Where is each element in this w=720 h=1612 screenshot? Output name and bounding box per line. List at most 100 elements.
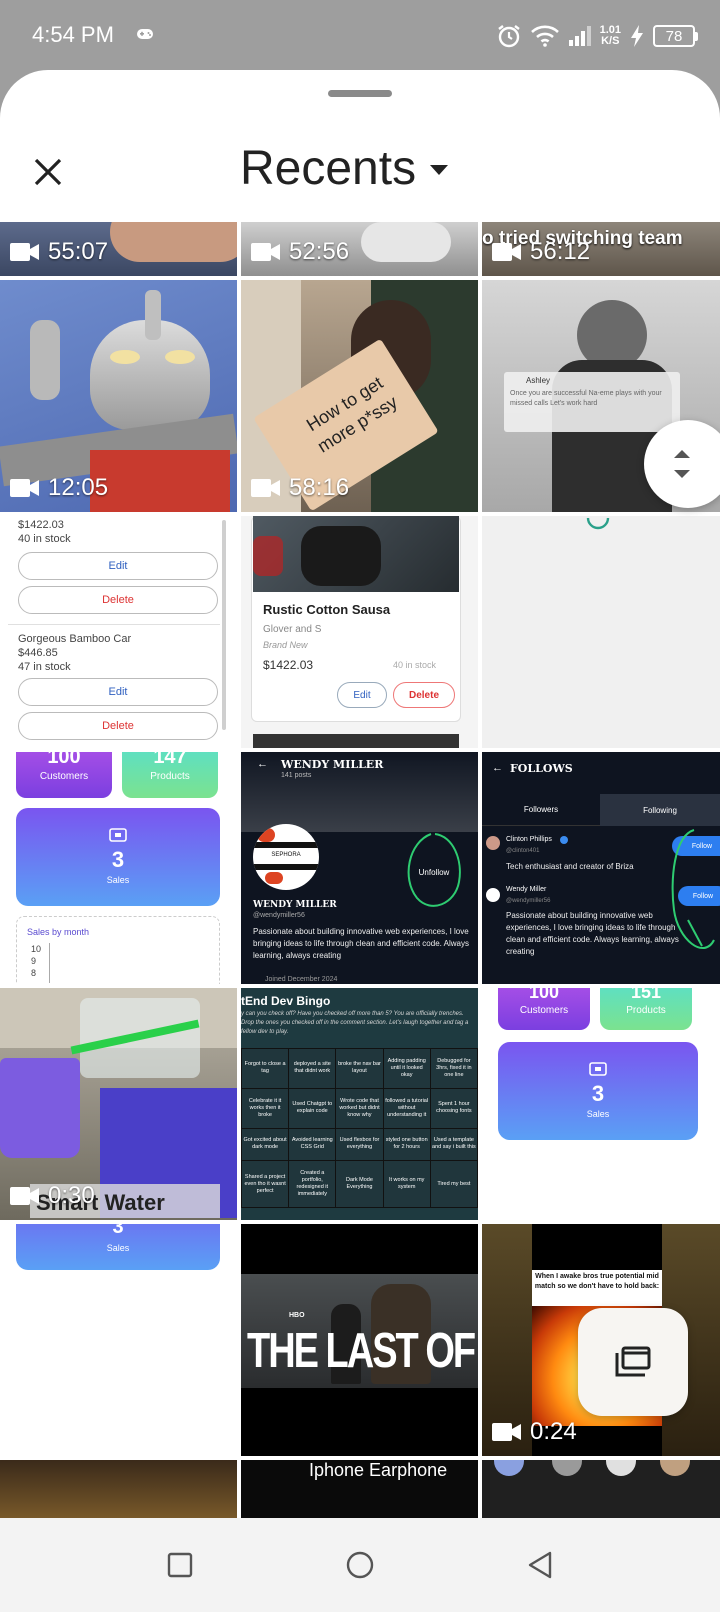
- video-duration: 55:07: [10, 238, 108, 266]
- avatar: SEPHORA: [253, 824, 319, 890]
- sales-icon: [589, 1062, 607, 1076]
- media-tile[interactable]: 100 Customers 147 Products 3 Sales Sales…: [0, 752, 237, 984]
- video-duration: 0:24: [492, 1418, 577, 1446]
- bingo-cell: styled one button for 2 hours: [383, 1128, 430, 1161]
- joined-date: Joined December 2024: [265, 976, 338, 983]
- media-tile[interactable]: [482, 1460, 720, 1520]
- speed-unit: K/S: [601, 35, 620, 47]
- battery-indicator: 78: [653, 25, 698, 47]
- status-bar: 4:54 PM 1.01 K/S 78: [0, 0, 720, 70]
- y-tick: 10: [31, 944, 42, 954]
- verified-icon: [560, 836, 568, 844]
- post-count: 141 posts: [281, 772, 312, 779]
- video-caption: Iphone Earphone: [309, 1460, 448, 1480]
- video-camera-icon: [10, 243, 39, 261]
- product-vendor: Glover and S: [263, 624, 322, 635]
- profile-handle: @wendymiller56: [253, 912, 305, 919]
- product-condition: Brand New: [263, 640, 308, 650]
- network-logo: HBO: [289, 1312, 305, 1319]
- media-tile[interactable]: HBO THE LAST OF US: [241, 1224, 478, 1456]
- media-tile[interactable]: Iphone Earphone: [241, 1460, 478, 1520]
- status-time: 4:54 PM: [32, 22, 114, 47]
- delete-button[interactable]: Delete: [18, 712, 218, 740]
- quote-text: Once you are successful Na-eme plays wit…: [510, 390, 662, 407]
- close-button[interactable]: [26, 150, 70, 194]
- close-icon: [34, 158, 62, 186]
- bingo-cell: Shared a project even tho it wasnt perfe…: [242, 1161, 289, 1207]
- video-camera-icon: [10, 479, 39, 497]
- meme-caption-box: When I awake bros true potential mid mat…: [532, 1270, 662, 1306]
- video-duration: 56:12: [492, 238, 590, 266]
- sales-card: 3 Sales: [16, 1224, 220, 1270]
- customers-label: Customers: [519, 1005, 569, 1016]
- media-tile[interactable]: 55:07: [0, 222, 237, 276]
- edit-button[interactable]: Edit: [337, 682, 387, 708]
- products-card: 147 Products: [122, 752, 218, 798]
- media-tile[interactable]: $1422.03 40 in stock Edit Delete Gorgeou…: [0, 516, 237, 748]
- product-name: Gorgeous Bamboo Car: [18, 633, 132, 645]
- album-selector[interactable]: Recents: [240, 138, 449, 198]
- gamepad-icon: [137, 29, 153, 39]
- media-tile[interactable]: ← WENDY MILLER 141 posts SEPHORA Unfollo…: [241, 752, 478, 984]
- sales-value: 3: [112, 1224, 124, 1238]
- back-triangle-icon[interactable]: [526, 1550, 554, 1580]
- media-tile[interactable]: 3 Sales: [0, 1224, 237, 1456]
- video-camera-icon: [251, 479, 280, 497]
- media-tile[interactable]: 100 Customers 151 Products 3 Sales: [482, 988, 720, 1220]
- bingo-cell: Used Chatgpt to explain code: [289, 1088, 336, 1128]
- edit-button[interactable]: Edit: [18, 678, 218, 706]
- signal-icon: [568, 26, 591, 46]
- product-price: $1422.03: [18, 519, 64, 531]
- customers-label: Customers: [39, 771, 89, 782]
- product-stock: 47 in stock: [18, 661, 71, 673]
- system-navigation-bar: [0, 1518, 720, 1612]
- products-card: 151 Products: [600, 988, 692, 1030]
- sales-card: 3 Sales: [16, 808, 220, 906]
- avatar: [486, 888, 500, 902]
- brand-label: SEPHORA: [271, 852, 301, 858]
- show-title: THE LAST OF US: [247, 1324, 478, 1379]
- quote-author: Ashley: [526, 376, 551, 385]
- delete-button[interactable]: Delete: [393, 682, 455, 708]
- media-tile[interactable]: tEnd Dev Bingo y can you check off? Have…: [241, 988, 478, 1220]
- multi-select-button[interactable]: [578, 1308, 688, 1416]
- media-tile[interactable]: 12:05: [0, 280, 237, 512]
- products-value: 151: [630, 988, 662, 1002]
- edit-button[interactable]: Edit: [18, 552, 218, 580]
- user-handle: @wendymiller56: [506, 898, 551, 904]
- y-tick: 8: [31, 968, 37, 978]
- profile-bio: Passionate about building innovative web…: [253, 927, 469, 960]
- customers-value: 100: [47, 752, 81, 768]
- bingo-cell: deployed a site that didnt work: [289, 1049, 336, 1088]
- tab-followers[interactable]: Followers: [482, 794, 600, 826]
- bingo-cell: It works on my system: [383, 1161, 430, 1207]
- network-speed: 1.01 K/S: [600, 25, 621, 47]
- media-tile[interactable]: [482, 516, 720, 748]
- product-price: $1422.03: [263, 658, 314, 672]
- meme-caption: When I awake bros true potential mid mat…: [534, 1273, 660, 1290]
- drag-handle[interactable]: [328, 90, 392, 97]
- album-title: Recents: [240, 141, 417, 195]
- follows-title: FOLLOWS: [510, 762, 573, 775]
- video-duration: 58:16: [251, 474, 349, 502]
- product-stock: 40 in stock: [393, 660, 437, 670]
- media-tile[interactable]: [0, 1460, 237, 1520]
- video-camera-icon: [492, 243, 521, 261]
- media-tile[interactable]: o tried switching team 56:12: [482, 222, 720, 276]
- sales-chart-card: Sales by month 10 9 8: [16, 916, 220, 984]
- customers-value: 100: [528, 988, 560, 1002]
- gallery-stack-icon: [615, 1346, 651, 1377]
- sales-value: 3: [111, 847, 125, 872]
- media-tile[interactable]: Rustic Cotton Sausa Glover and S Brand N…: [241, 516, 478, 748]
- media-tile[interactable]: Smart Water 0:30: [0, 988, 237, 1220]
- product-price: $446.85: [18, 647, 58, 659]
- media-tile[interactable]: How to get more p*ssy 58:16: [241, 280, 478, 512]
- delete-button[interactable]: Delete: [18, 586, 218, 614]
- home-circle-icon[interactable]: [345, 1550, 375, 1580]
- product-name: Rustic Cotton Sausa: [263, 602, 391, 617]
- media-tile[interactable]: ← FOLLOWS Followers Following Clinton Ph…: [482, 752, 720, 984]
- user-bio: Tech enthusiast and creator of Briza: [506, 862, 634, 871]
- recents-square-icon[interactable]: [166, 1551, 194, 1579]
- media-tile[interactable]: 52:56: [241, 222, 478, 276]
- quote-card: Ashley Once you are successful Na-eme pl…: [504, 372, 680, 432]
